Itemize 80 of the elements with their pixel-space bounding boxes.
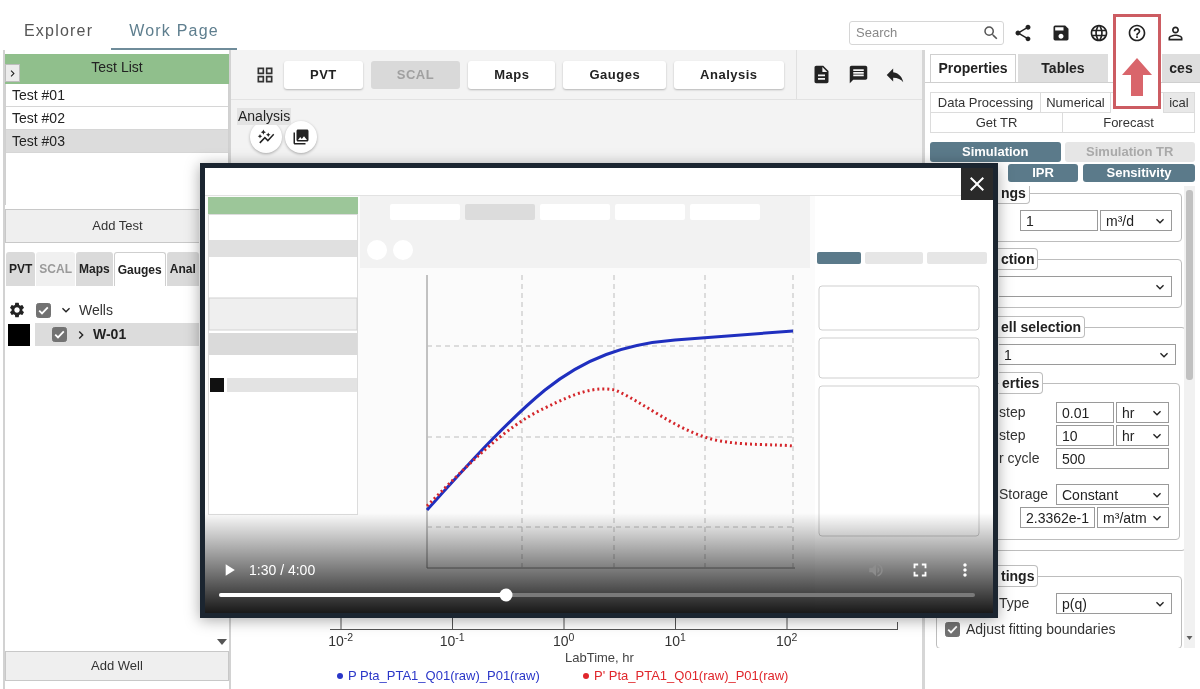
axis-tick-label: 10$^{2}$ (776, 631, 798, 649)
field-label: step (999, 426, 1027, 445)
method-tab[interactable]: Numerical (1041, 93, 1111, 113)
group-title: ell selection (998, 316, 1086, 338)
add-test-button[interactable]: Add Test (5, 209, 199, 243)
dropdown[interactable]: m³/atm (1097, 507, 1170, 528)
axis-tick-label: 10$^{1}$ (664, 631, 686, 649)
method-tab[interactable]: ical (1163, 93, 1195, 113)
axis-tick-label: 10$^{0}$ (553, 631, 575, 649)
method-tab[interactable]: Get TR (931, 113, 1063, 133)
axis-tick-label: 10$^{-2}$ (328, 631, 354, 649)
add-well-button[interactable]: Add Well (5, 651, 229, 681)
expand-button[interactable] (5, 64, 20, 82)
panel-title: Test List (91, 58, 143, 77)
input-field[interactable]: 0.01 (1056, 402, 1115, 423)
module-button[interactable]: Analysis (674, 60, 784, 89)
module-tab[interactable]: Anal (166, 252, 199, 286)
module-tab[interactable]: Maps (76, 252, 113, 286)
save-icon (1051, 23, 1071, 43)
tree-label: W-01 (93, 325, 127, 344)
group-title: tings (998, 565, 1039, 587)
images-icon (292, 128, 310, 146)
group-title: ction (998, 248, 1039, 270)
field-label: Storage (999, 485, 1050, 504)
checkbox[interactable] (36, 302, 51, 318)
dropdown[interactable]: hr (1116, 425, 1170, 446)
dropdown[interactable]: Constant (1056, 484, 1170, 505)
method-tab[interactable]: Data Processing (931, 93, 1041, 113)
checkbox-label: Adjust fitting boundaries (966, 621, 1116, 638)
module-button[interactable]: Gauges (563, 60, 667, 89)
nav-tab[interactable]: Work Page (111, 14, 237, 50)
dropdown[interactable]: p(q) (1056, 593, 1172, 614)
group-title: erties (999, 372, 1044, 394)
panel-tab[interactable]: Properties (930, 54, 1016, 82)
method-tab[interactable]: Forecast (1063, 113, 1195, 133)
scroll-down-icon[interactable] (217, 639, 227, 645)
field-label: step (999, 403, 1027, 422)
dropdown[interactable] (999, 276, 1172, 297)
analysis-label: Analysis (237, 108, 292, 125)
mode-button[interactable]: Sensitivity (1083, 164, 1195, 182)
mode-button[interactable]: IPR (1008, 164, 1078, 182)
axis-tick-label: 10$^{-1}$ (439, 631, 465, 649)
search-icon (982, 24, 1000, 42)
dropdown[interactable]: hr (1116, 402, 1170, 423)
axis-title: LabTime, hr (565, 649, 634, 668)
scrollbar[interactable] (1184, 186, 1195, 648)
arrow-up-icon (1122, 58, 1152, 96)
dropdown[interactable]: 1 (999, 344, 1177, 365)
module-tab[interactable]: Gauges (113, 252, 166, 286)
field-label: r cycle (999, 449, 1041, 468)
chart-sparkle-icon (257, 128, 275, 146)
input-field[interactable]: 10 (1056, 425, 1115, 446)
mode-button[interactable]: Simulation (930, 142, 1061, 162)
tree-label: Wells (79, 300, 113, 320)
search-field[interactable]: Search (849, 21, 1004, 45)
checkbox[interactable] (945, 622, 960, 637)
module-tab[interactable]: PVT (6, 252, 36, 286)
group-title: ngs (998, 186, 1030, 204)
module-button[interactable]: PVT (284, 60, 363, 89)
close-button[interactable] (961, 168, 993, 200)
globe-icon (1089, 23, 1109, 43)
tree-row[interactable]: W-01 (35, 323, 199, 346)
comment-icon (847, 64, 869, 85)
legend-label: P Pta_PTA1_Q01(raw)_P01(raw) (348, 667, 540, 686)
gear-icon[interactable] (8, 301, 26, 319)
module-button[interactable]: Maps (468, 60, 556, 89)
input-field[interactable]: 500 (1056, 448, 1170, 469)
test-list-item[interactable]: Test #03 (6, 130, 228, 153)
dropdown[interactable]: m³/d (1100, 210, 1172, 231)
field-label: Type (999, 594, 1031, 613)
nav-tab[interactable]: Explorer (6, 14, 112, 50)
input-field[interactable]: 1 (1020, 210, 1098, 231)
video-time: 1:30 / 4:00 (249, 560, 316, 580)
panel-tab[interactable]: Tables (1018, 54, 1108, 82)
help-icon (1127, 23, 1147, 43)
checkbox[interactable] (52, 327, 67, 342)
panel-tab[interactable]: ces (1162, 54, 1200, 82)
legend-label: P' Pta_PTA1_Q01(raw)_P01(raw) (594, 667, 789, 686)
share-icon (1013, 23, 1033, 43)
input-field[interactable]: 2.3362e-1 (1020, 507, 1096, 528)
